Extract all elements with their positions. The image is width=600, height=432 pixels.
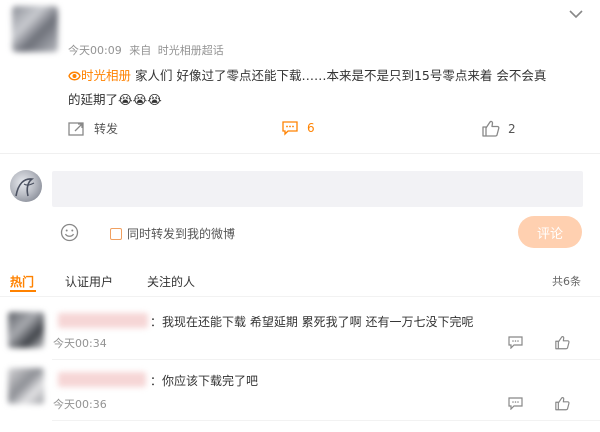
like-button[interactable]: 2 [482,120,516,137]
comment-reply-icon[interactable] [508,397,523,410]
divider [0,153,600,154]
crying-emoji: 😭 [118,92,133,107]
comment-icon [282,121,298,136]
tab-hot-label: 热门 [10,275,35,289]
comment-text: ：我现在还能下载 希望延期 累死我了啊 还有一万七没下完呢 [150,315,474,329]
post-body: 时光相册 家人们 好像过了零点还能下载……本来是不是只到15号零点来着 会不会真… [68,64,588,112]
avatar-illustration-icon [15,178,35,197]
comment-total: 共6条 [552,275,581,288]
comment-username-redacted[interactable] [58,313,148,328]
comment-avatar[interactable] [8,368,44,404]
comment-time: 今天00:34 [53,337,107,350]
submit-comment-label: 评论 [536,226,563,242]
supertopic-icon [68,71,81,81]
tab-verified-users[interactable]: 认证用户 [65,273,113,290]
thumbs-up-icon [482,120,500,137]
comment-like-icon[interactable] [555,335,570,350]
post-author-avatar[interactable] [12,6,58,52]
tab-verified-users-label: 认证用户 [65,275,114,289]
like-count: 2 [508,121,516,136]
emoji-picker-icon[interactable] [60,223,79,242]
topic-tag-link[interactable]: 时光相册 [68,68,135,83]
comment-username-redacted[interactable] [58,372,146,387]
tab-hot[interactable]: 热门 [10,273,34,290]
post-meta: 今天00:09 来自 时光相册超话 [68,42,224,58]
repost-button[interactable]: 转发 [68,120,118,137]
post-source-prefix: 来自 [129,44,152,57]
comment-avatar[interactable] [8,312,44,348]
comment-like-icon[interactable] [555,396,570,411]
also-repost-checkbox[interactable]: 同时转发到我的微博 [110,225,235,242]
crying-emoji: 😭 [147,92,162,107]
also-repost-label: 同时转发到我的微博 [127,227,236,241]
active-tab-indicator [10,290,36,292]
comment-count: 6 [307,121,315,135]
post-time: 今天00:09 [68,44,122,57]
topic-tag-label: 时光相册 [81,68,132,83]
comment-reply-icon[interactable] [508,336,523,349]
current-user-avatar[interactable] [10,170,42,202]
post-text-line2: 的延期了 [68,92,119,107]
comment-text: ：你应该下载完了吧 [150,374,259,388]
crying-emoji: 😭 [132,92,148,107]
repost-icon [68,121,84,136]
post-menu-chevron-icon[interactable] [568,8,584,20]
post-source-link[interactable]: 时光相册超话 [158,44,224,57]
comment-input[interactable] [52,171,583,207]
repost-label: 转发 [94,122,119,136]
tab-following[interactable]: 关注的人 [147,273,195,290]
submit-comment-button[interactable]: 评论 [518,216,582,248]
comment-time: 今天00:36 [53,398,107,411]
post-text-line1: 家人们 好像过了零点还能下载……本来是不是只到15号零点来着 会不会真 [135,68,547,83]
divider [52,359,600,360]
divider [0,296,600,297]
comment-button[interactable]: 6 [281,120,315,136]
checkbox-box[interactable] [110,227,122,240]
divider [52,420,600,421]
tab-following-label: 关注的人 [147,275,196,289]
